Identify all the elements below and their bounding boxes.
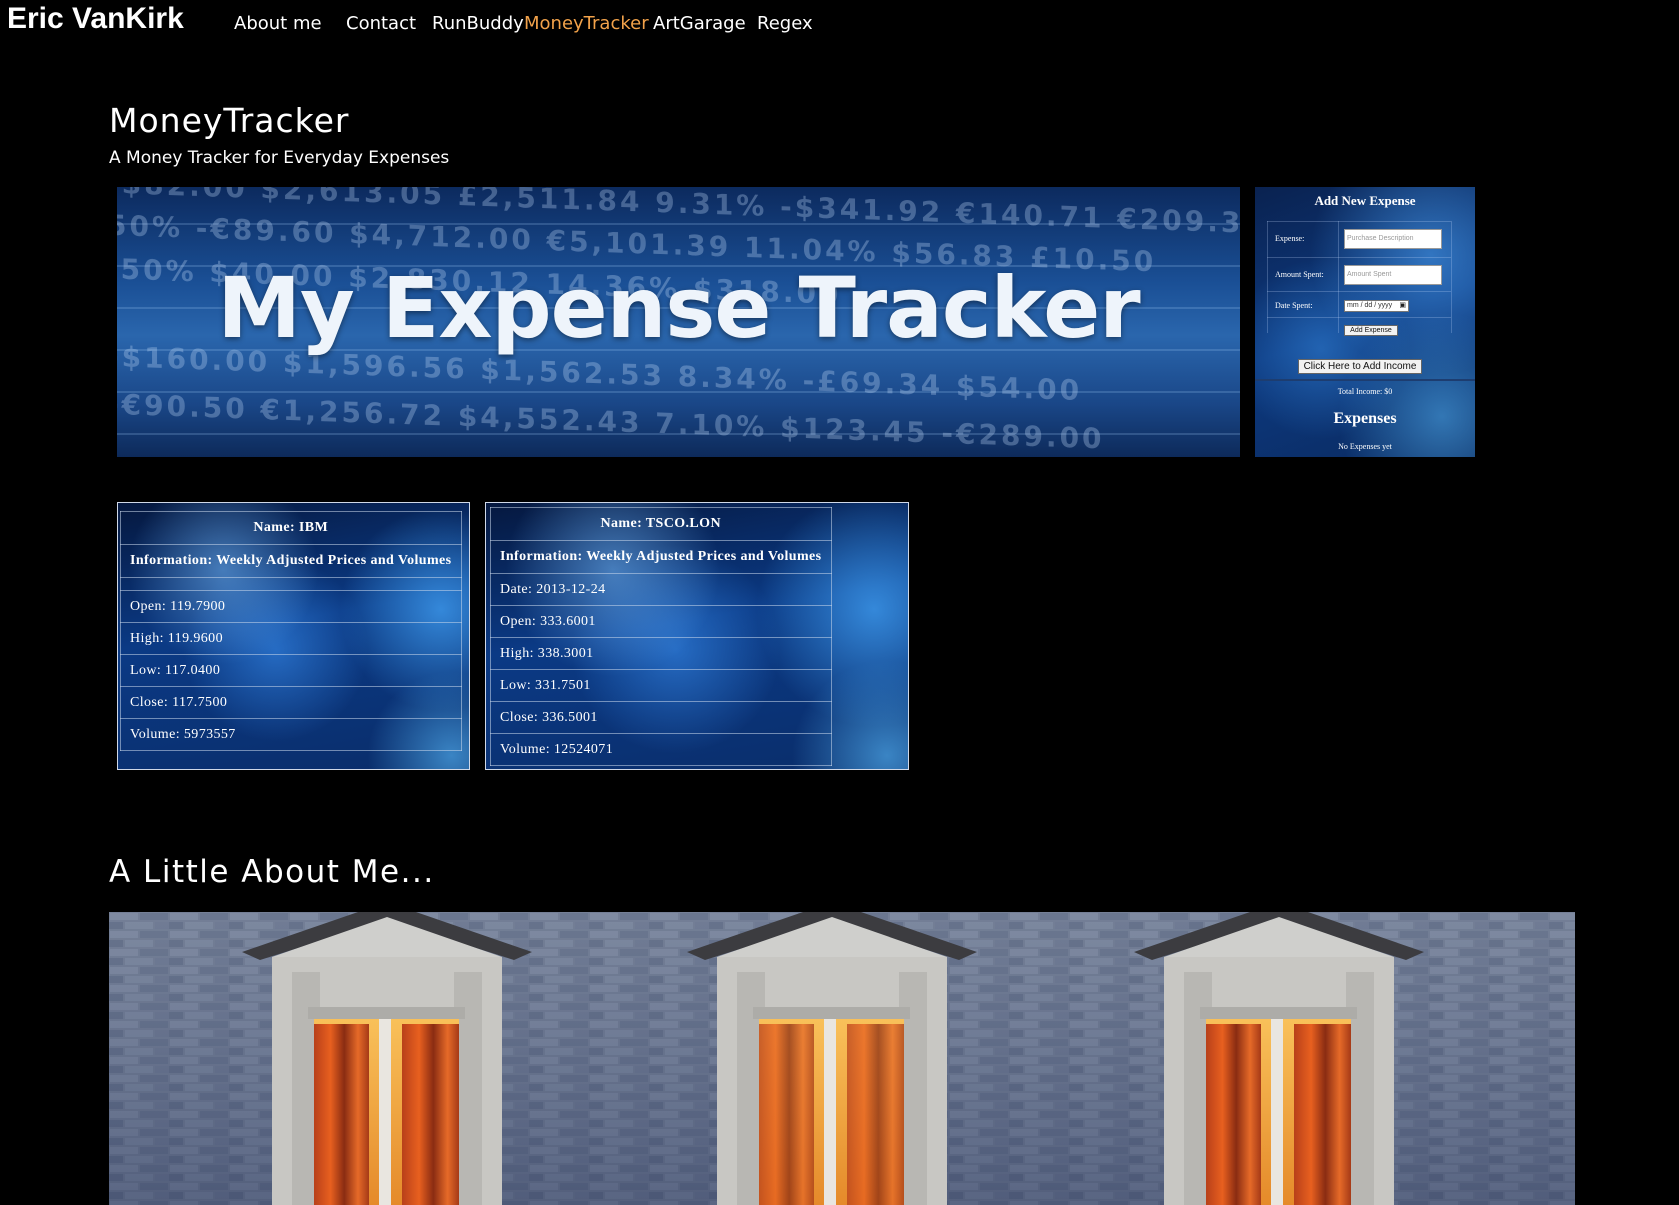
- amount-label: Amount Spent:: [1275, 270, 1324, 279]
- stock-volume: Volume: 5973557: [120, 718, 462, 751]
- stock-high: High: 119.9600: [120, 622, 462, 655]
- nav-link-artgarage[interactable]: ArtGarage: [653, 12, 746, 36]
- no-expenses-text: No Expenses yet: [1338, 442, 1392, 451]
- dormer-window: [687, 912, 977, 1205]
- calendar-icon[interactable]: ▣: [1399, 301, 1406, 311]
- site-brand[interactable]: Eric VanKirk: [7, 0, 184, 38]
- stock-table: Name: IBM Information: Weekly Adjusted P…: [120, 511, 462, 751]
- expense-label: Expense:: [1275, 234, 1305, 243]
- add-expense-button[interactable]: Add Expense: [1344, 325, 1398, 336]
- stock-name: Name: IBM: [120, 511, 462, 545]
- stock-card-tsco[interactable]: Name: TSCO.LON Information: Weekly Adjus…: [485, 502, 909, 770]
- rooftop-dormers-illustration: [109, 912, 1575, 1205]
- dormer-window: [242, 912, 532, 1205]
- stock-name: Name: TSCO.LON: [490, 507, 832, 541]
- nav-link-about-me[interactable]: About me: [234, 12, 322, 36]
- stock-info: Information: Weekly Adjusted Prices and …: [490, 540, 832, 574]
- expense-description-input[interactable]: Purchase Description: [1344, 229, 1442, 249]
- stock-high: High: 338.3001: [490, 637, 832, 670]
- amount-spent-input[interactable]: Amount Spent: [1344, 265, 1442, 285]
- nav-link-moneytracker[interactable]: MoneyTracker: [524, 12, 649, 36]
- stock-volume: Volume: 12524071: [490, 733, 832, 766]
- stock-date: [120, 577, 462, 591]
- project-subtitle: A Money Tracker for Everyday Expenses: [109, 148, 450, 168]
- expenses-heading: Expenses: [1333, 410, 1397, 427]
- dormer-window: [1134, 912, 1424, 1205]
- date-value: mm / dd / yyyy: [1347, 302, 1393, 309]
- stock-close: Close: 336.5001: [490, 701, 832, 734]
- about-heading: A Little About Me...: [109, 854, 435, 890]
- form-title: Add New Expense: [1314, 193, 1416, 208]
- stock-low: Low: 117.0400: [120, 654, 462, 687]
- stock-info: Information: Weekly Adjusted Prices and …: [120, 544, 462, 578]
- expense-form-screenshot[interactable]: Add New Expense Expense: Purchase Descri…: [1255, 187, 1475, 457]
- banner-title: My Expense Tracker: [217, 259, 1140, 357]
- stock-open: Open: 119.7900: [120, 590, 462, 623]
- add-income-button[interactable]: Click Here to Add Income: [1298, 359, 1422, 374]
- expense-tracker-banner-image[interactable]: -$82.00 $2,613.05 £2,511.84 9.31% -$341.…: [117, 187, 1240, 457]
- stock-date: Date: 2013-12-24: [490, 573, 832, 606]
- about-me-photo: [109, 912, 1575, 1205]
- stock-card-ibm[interactable]: Name: IBM Information: Weekly Adjusted P…: [117, 502, 470, 770]
- stock-table: Name: TSCO.LON Information: Weekly Adjus…: [490, 507, 832, 766]
- nav-link-runbuddy[interactable]: RunBuddy: [432, 12, 524, 36]
- nav-link-contact[interactable]: Contact: [346, 12, 416, 36]
- stock-close: Close: 117.7500: [120, 686, 462, 719]
- stock-open: Open: 333.6001: [490, 605, 832, 638]
- nav-link-regex[interactable]: Regex: [757, 12, 813, 36]
- project-title: MoneyTracker: [109, 101, 350, 140]
- total-income: Total Income: $0: [1337, 387, 1393, 396]
- date-label: Date Spent:: [1275, 301, 1313, 310]
- date-spent-input[interactable]: mm / dd / yyyy ▣: [1344, 300, 1409, 312]
- panel-divider: [1255, 379, 1475, 381]
- stock-low: Low: 331.7501: [490, 669, 832, 702]
